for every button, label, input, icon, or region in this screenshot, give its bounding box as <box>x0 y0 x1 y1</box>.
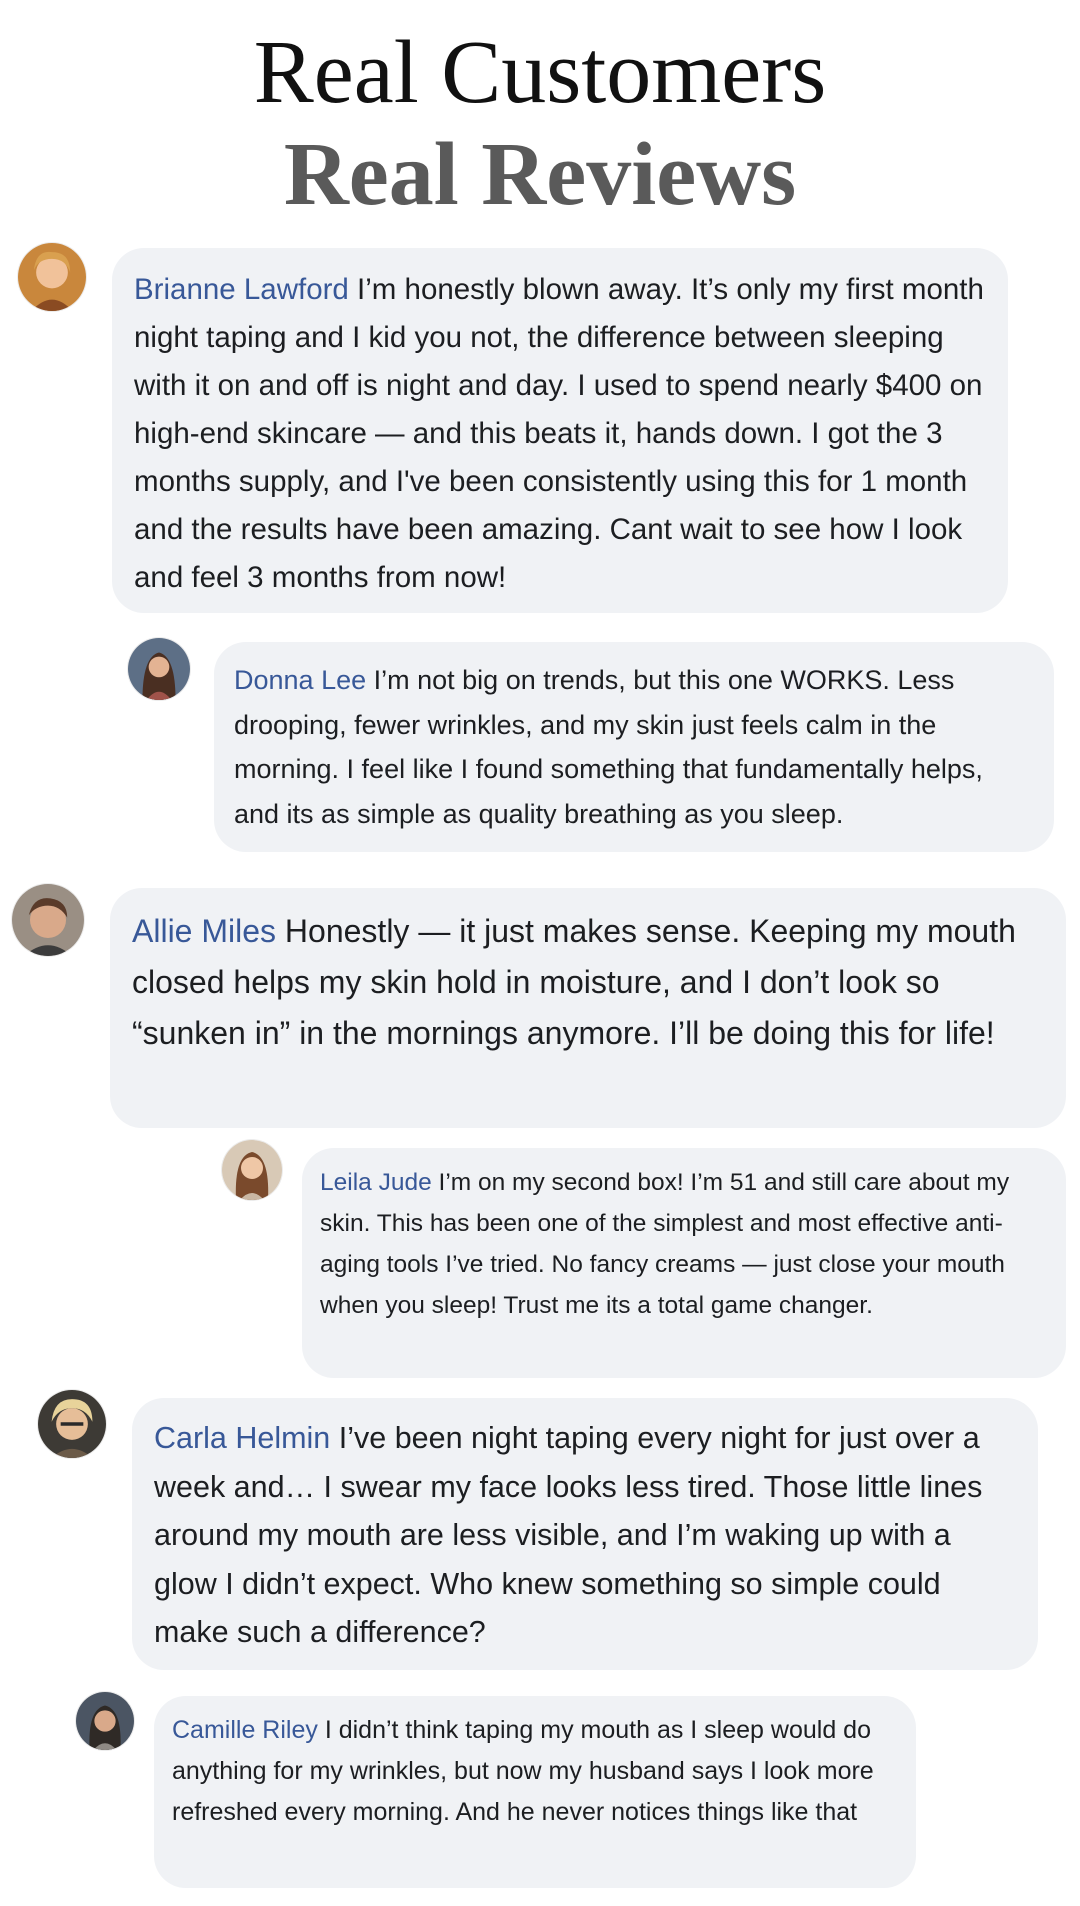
avatar-brianne-lawford[interactable] <box>18 243 86 311</box>
headline-line-1: Real Customers <box>253 23 827 122</box>
avatar-leila-jude[interactable] <box>222 1140 282 1200</box>
comment-body: Allie Miles Honestly — it just makes sen… <box>132 906 1042 1059</box>
avatar-photo-icon <box>38 1390 106 1458</box>
comment-bubble: Brianne Lawford I’m honestly blown away.… <box>112 248 1008 613</box>
comment-body: Camille Riley I didn’t think taping my m… <box>172 1710 896 1833</box>
comment-bubble: Leila Jude I’m on my second box! I’m 51 … <box>302 1148 1066 1378</box>
commenter-name[interactable]: Brianne Lawford <box>134 273 349 306</box>
commenter-name[interactable]: Allie Miles <box>132 913 276 949</box>
comment-bubble: Donna Lee I’m not big on trends, but thi… <box>214 642 1054 852</box>
comment-body: Brianne Lawford I’m honestly blown away.… <box>134 266 984 602</box>
commenter-name[interactable]: Camille Riley <box>172 1716 318 1744</box>
comment-body: Leila Jude I’m on my second box! I’m 51 … <box>320 1162 1048 1326</box>
comment-body: Donna Lee I’m not big on trends, but thi… <box>234 658 1030 836</box>
commenter-name[interactable]: Carla Helmin <box>154 1421 330 1455</box>
avatar-photo-icon <box>222 1140 282 1200</box>
comment-text: I’m honestly blown away. It’s only my fi… <box>134 273 984 594</box>
avatar-photo-icon <box>128 638 190 700</box>
avatar-donna-lee[interactable] <box>128 638 190 700</box>
avatar-camille-riley[interactable] <box>76 1692 134 1750</box>
commenter-name[interactable]: Donna Lee <box>234 665 366 695</box>
avatar-photo-icon <box>12 884 84 956</box>
comment-body: Carla Helmin I’ve been night taping ever… <box>154 1414 1014 1657</box>
avatar-photo-icon <box>76 1692 134 1750</box>
avatar-allie-miles[interactable] <box>12 884 84 956</box>
avatar-carla-helmin[interactable] <box>38 1390 106 1458</box>
avatar-photo-icon <box>18 243 86 311</box>
headline-line-2: Real Reviews <box>283 125 797 224</box>
comment-bubble: Carla Helmin I’ve been night taping ever… <box>132 1398 1038 1670</box>
comment-bubble: Camille Riley I didn’t think taping my m… <box>154 1696 916 1888</box>
commenter-name[interactable]: Leila Jude <box>320 1169 432 1196</box>
comment-bubble: Allie Miles Honestly — it just makes sen… <box>110 888 1066 1128</box>
comment-text: I’ve been night taping every night for j… <box>154 1421 983 1649</box>
